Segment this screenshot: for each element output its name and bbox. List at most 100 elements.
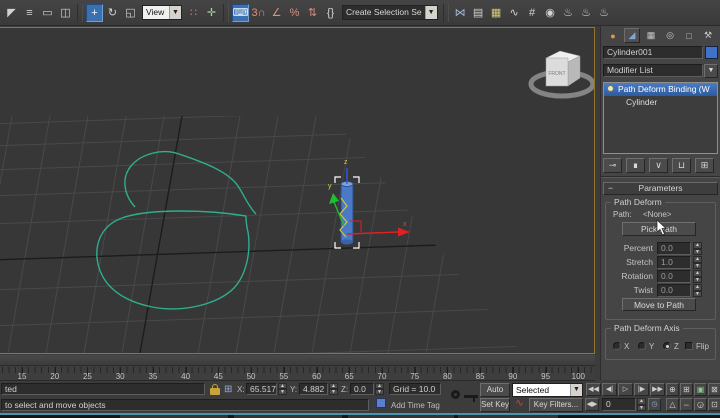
select-and-manipulate-icon[interactable]: ✛ [203, 4, 220, 22]
modifier-on-icon[interactable] [607, 85, 614, 92]
transform-gizmo[interactable]: x y z [328, 159, 410, 238]
field-of-view-button[interactable]: △ [666, 398, 679, 411]
next-frame-button[interactable]: |▶ [634, 383, 649, 396]
percent-field[interactable]: 0.0 [657, 242, 691, 255]
tab-create[interactable]: ● [605, 28, 621, 43]
stretch-spinner[interactable]: ▲ ▼ [693, 256, 702, 269]
add-time-tag-label[interactable]: Add Time Tag [391, 399, 440, 412]
curve-editor-icon[interactable]: ∿ [506, 4, 523, 22]
zoom-button[interactable]: ⊕ [666, 383, 679, 396]
rendered-frame-window-icon[interactable]: ♨ [578, 4, 595, 22]
modifier-stack[interactable]: Path Deform Binding (W Cylinder [603, 82, 718, 154]
material-editor-icon[interactable]: ◉ [542, 4, 559, 22]
object-name-field[interactable]: Cylinder001 [603, 46, 703, 59]
keyboard-shortcut-override-icon[interactable]: ⌨ [232, 3, 249, 22]
percent-spinner[interactable]: ▲ ▼ [693, 242, 702, 255]
key-filters-button[interactable]: Key Filters... [529, 398, 583, 412]
schematic-view-icon[interactable]: # [524, 4, 541, 22]
auto-key-button[interactable]: Auto Key [480, 383, 510, 406]
current-frame-field[interactable]: 0 [602, 398, 636, 411]
layer-manager-icon[interactable]: ▦ [488, 4, 505, 22]
select-and-move-icon[interactable]: + [86, 3, 103, 22]
z-coord-spinner[interactable]: ▲ ▼ [375, 383, 384, 395]
tab-display[interactable]: □ [681, 28, 697, 43]
time-configuration-button[interactable]: ◷ [648, 398, 661, 411]
zoom-all-button[interactable]: ⊞ [680, 383, 693, 396]
modifier-list-dropdown[interactable]: Modifier List [603, 64, 703, 77]
angle-snap-icon[interactable]: ∠ [268, 4, 285, 22]
absolute-mode-icon[interactable]: ⊞ [224, 383, 232, 396]
y-coord-spinner[interactable]: ▲ ▼ [329, 383, 338, 395]
pin-stack-button[interactable]: ⊸ [603, 158, 622, 173]
select-and-scale-icon[interactable]: ◱ [122, 4, 139, 22]
named-selection-set-dropdown[interactable]: Create Selection Se ▼ [342, 5, 438, 20]
spinner-down-icon[interactable]: ▼ [693, 276, 702, 283]
x-coord-field[interactable]: 65.517 [246, 383, 277, 395]
window-crossing-icon[interactable]: ◫ [57, 4, 74, 22]
set-keys-icon[interactable] [451, 383, 479, 409]
render-production-icon[interactable]: ♨ [596, 4, 613, 22]
zoom-extents-all-button[interactable]: ⊠ [708, 383, 720, 396]
modifier-list-arrow-icon[interactable]: ▼ [704, 64, 718, 78]
percent-snap-icon[interactable]: % [286, 4, 303, 22]
set-key-button[interactable]: Set Key [480, 398, 510, 412]
mirror-icon[interactable]: ⋈ [452, 4, 469, 22]
stretch-field[interactable]: 1.0 [657, 256, 691, 269]
axis-radio-y[interactable] [638, 342, 646, 350]
axis-radio-x[interactable] [613, 342, 621, 350]
use-pivot-point-center-icon[interactable]: ∷ [185, 4, 202, 22]
cylinder-object[interactable] [340, 181, 354, 245]
new-key-curve-icon[interactable]: ∿ [512, 397, 527, 411]
z-coord-field[interactable]: 0.0 [350, 383, 374, 395]
rectangular-selection-region-icon[interactable]: ▭ [39, 4, 56, 22]
view-cube[interactable]: FRONT [528, 50, 594, 99]
chevron-down-icon[interactable]: ▼ [169, 6, 181, 19]
x-coord-spinner[interactable]: ▲ ▼ [278, 383, 287, 395]
y-coord-field[interactable]: 4.882 [299, 383, 328, 395]
make-unique-button[interactable]: ∨ [649, 158, 668, 173]
select-object-icon[interactable]: ◤ [3, 4, 20, 22]
flip-checkbox[interactable] [685, 342, 693, 350]
key-mode-toggle-button[interactable]: ◀▶ [585, 398, 599, 411]
tab-utilities[interactable]: ⚒ [700, 28, 716, 43]
tab-modify[interactable]: ◢ [624, 28, 640, 43]
perspective-viewport[interactable]: x y z FRONT [0, 27, 595, 354]
go-to-start-button[interactable]: ◀◀ [586, 383, 601, 396]
object-color-swatch[interactable] [705, 46, 718, 59]
axis-radio-z[interactable] [663, 342, 671, 350]
spinner-down-icon[interactable]: ▼ [693, 290, 702, 297]
play-button[interactable]: ▷ [618, 383, 633, 396]
go-to-end-button[interactable]: ▶▶ [650, 383, 665, 396]
edit-named-selection-sets-icon[interactable]: {} [322, 4, 339, 22]
track-bar[interactable]: 15 20 25 30 35 40 45 50 55 60 65 70 75 80 85 90 95 100 [0, 367, 595, 381]
move-to-path-button[interactable]: Move to Path [622, 298, 696, 311]
render-setup-icon[interactable]: ♨ [560, 4, 577, 22]
zoom-extents-button[interactable]: ▣ [694, 383, 707, 396]
align-icon[interactable]: ▤ [470, 4, 487, 22]
select-by-name-icon[interactable]: ≡ [21, 4, 38, 22]
twist-spinner[interactable]: ▲ ▼ [693, 284, 702, 297]
parameters-rollout-header[interactable]: − Parameters [603, 182, 718, 195]
selection-set-filter-dropdown[interactable]: Selected ▼ [512, 383, 583, 397]
rotation-spinner[interactable]: ▲ ▼ [693, 270, 702, 283]
modifier-stack-item[interactable]: Path Deform Binding (W [604, 83, 717, 96]
show-end-result-button[interactable]: ∎ [626, 158, 645, 173]
spinner-snap-icon[interactable]: ⇅ [304, 4, 321, 22]
gizmo-x-axis[interactable] [346, 231, 399, 235]
twist-field[interactable]: 0.0 [657, 284, 691, 297]
spinner-down-icon[interactable]: ▼ [693, 262, 702, 269]
maximize-viewport-button[interactable]: ⊡ [708, 398, 720, 411]
select-and-rotate-icon[interactable]: ↻ [104, 4, 121, 22]
rotation-field[interactable]: 0.0 [657, 270, 691, 283]
frame-spinner[interactable]: ▲ ▼ [637, 398, 646, 411]
orbit-button[interactable]: ◶ [694, 398, 707, 411]
configure-modifier-sets-button[interactable]: ⊞ [695, 158, 714, 173]
tab-hierarchy[interactable]: ▦ [643, 28, 659, 43]
pan-view-button[interactable]: ⇔ [680, 398, 693, 411]
modifier-stack-item[interactable]: Cylinder [604, 96, 717, 109]
reference-coordinate-dropdown[interactable]: View ▼ [142, 5, 182, 20]
tab-motion[interactable]: ◎ [662, 28, 678, 43]
previous-frame-button[interactable]: ◀| [602, 383, 617, 396]
selection-lock-icon[interactable] [210, 384, 220, 395]
snaps-toggle-3d-icon[interactable]: 3∩ [250, 4, 267, 22]
